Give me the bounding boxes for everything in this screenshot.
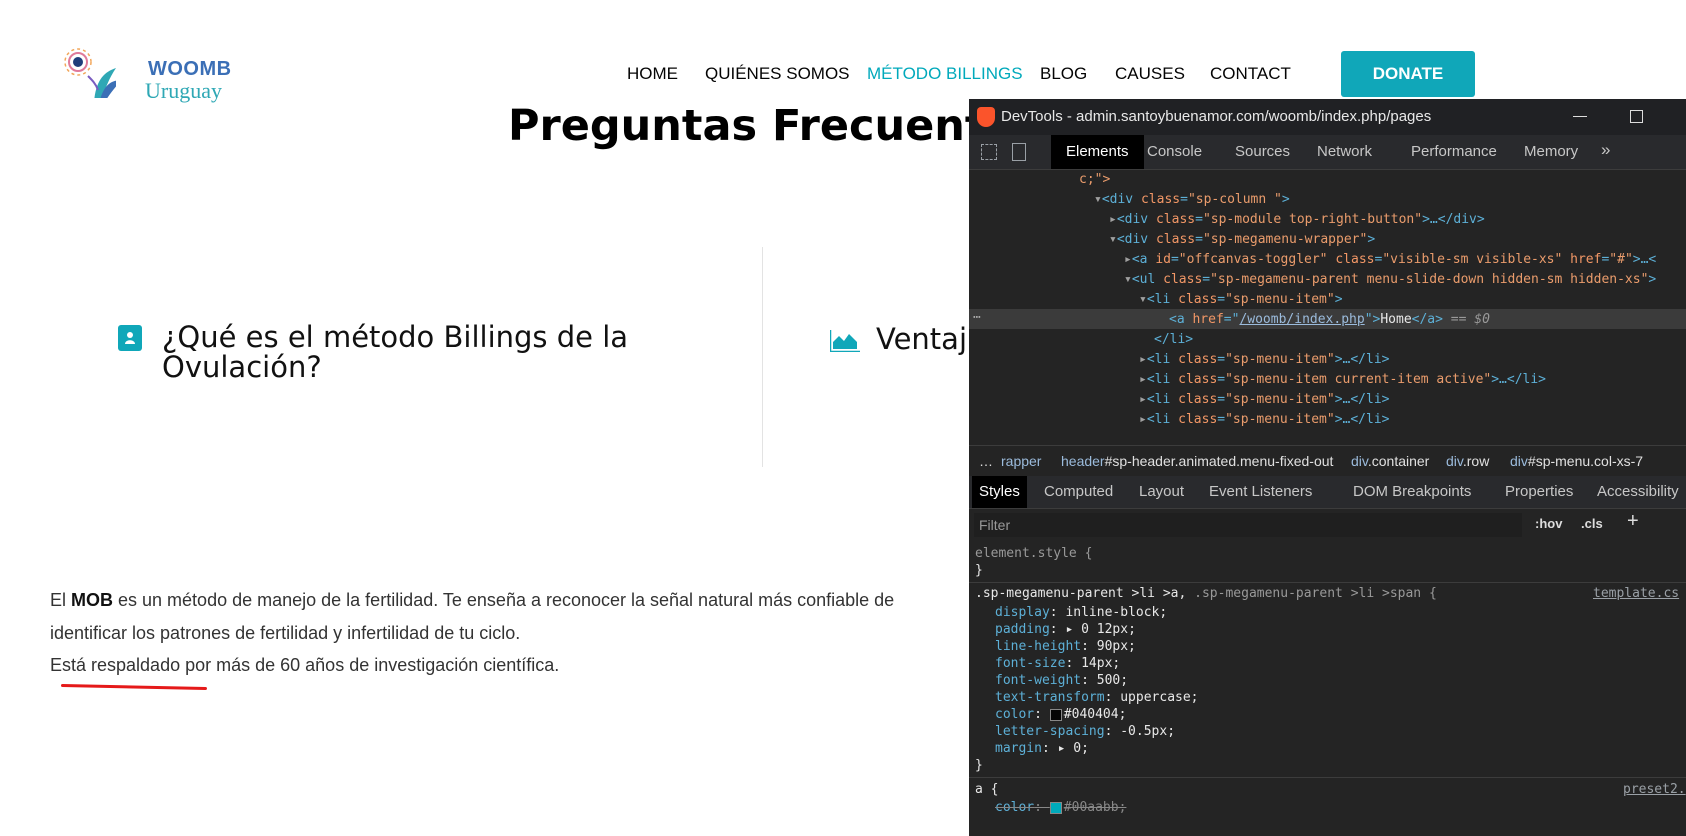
- faq-question-billings[interactable]: ¿Qué es el método Billings de la Ovulaci…: [162, 322, 682, 382]
- tab-performance[interactable]: Performance: [1411, 143, 1497, 160]
- color-swatch-icon[interactable]: [1049, 708, 1062, 721]
- paragraph-line-3: Está respaldado por más de 60 años de in…: [50, 655, 560, 675]
- dom-line[interactable]: ▸<div class="sp-module top-right-button"…: [1109, 210, 1485, 230]
- nav-blog[interactable]: BLOG: [1040, 64, 1087, 84]
- breadcrumb-item[interactable]: div#sp-menu.col-xs-7: [1510, 453, 1643, 469]
- css-declaration[interactable]: font-weight: 500;: [995, 672, 1128, 689]
- nav-quienes-somos[interactable]: QUIÉNES SOMOS: [705, 64, 850, 84]
- paragraph-line-1: El MOB es un método de manejo de la fert…: [50, 590, 895, 610]
- styles-pane-tabs: Styles Computed Layout Event Listeners D…: [969, 476, 1686, 509]
- faq-question-ventajas[interactable]: Ventaj: [876, 322, 967, 356]
- breadcrumb: … rapper header#sp-header.animated.menu-…: [969, 445, 1686, 477]
- dom-line[interactable]: ▾<ul class="sp-megamenu-parent menu-slid…: [1124, 270, 1656, 290]
- breadcrumb-item[interactable]: rapper: [1001, 453, 1041, 469]
- tab-memory[interactable]: Memory: [1524, 143, 1578, 160]
- rule-selector[interactable]: .sp-megamenu-parent >li >a, .sp-megamenu…: [975, 585, 1437, 602]
- dom-line[interactable]: ▾<div class="sp-column ">: [1094, 190, 1290, 210]
- css-declaration[interactable]: text-transform: uppercase;: [995, 689, 1199, 706]
- new-rule-icon[interactable]: +: [1627, 510, 1639, 533]
- breadcrumb-more[interactable]: …: [979, 453, 993, 469]
- tab-dom-breakpoints[interactable]: DOM Breakpoints: [1353, 483, 1471, 500]
- dom-line-selected[interactable]: <a href="/woomb/index.php">Home</a> == $…: [1169, 310, 1490, 330]
- styles-filter-input[interactable]: Filter: [974, 513, 1522, 537]
- color-swatch-icon[interactable]: [1049, 801, 1062, 814]
- rule-divider: [969, 777, 1686, 778]
- rule-divider: [969, 582, 1686, 583]
- red-annotation-strike: [60, 684, 207, 691]
- dom-line[interactable]: ▾<div class="sp-megamenu-wrapper">: [1109, 230, 1375, 250]
- nav-contact[interactable]: CONTACT: [1210, 64, 1291, 84]
- nav-causes[interactable]: CAUSES: [1115, 64, 1185, 84]
- devtools-titlebar: DevTools - admin.santoybuenamor.com/woom…: [969, 99, 1686, 135]
- device-toolbar-icon[interactable]: [1012, 143, 1026, 161]
- paragraph-line-2: identificar los patrones de fertilidad y…: [50, 623, 521, 643]
- dom-ellipsis-icon[interactable]: ⋯: [973, 308, 981, 328]
- nav-home[interactable]: HOME: [627, 64, 678, 84]
- rule-source-link[interactable]: preset2.: [1623, 781, 1686, 798]
- page-title: Preguntas Frecuentes: [508, 101, 1041, 151]
- css-declaration-overridden[interactable]: color: #00aabb;: [995, 799, 1126, 816]
- logo-text-uruguay: Uruguay: [145, 78, 222, 103]
- tab-elements[interactable]: Elements: [1051, 135, 1144, 169]
- minimize-icon[interactable]: [1573, 116, 1587, 117]
- breadcrumb-item[interactable]: header#sp-header.animated.menu-fixed-out: [1061, 453, 1333, 469]
- css-declaration[interactable]: line-height: 90px;: [995, 638, 1136, 655]
- tab-console[interactable]: Console: [1147, 143, 1202, 160]
- css-declaration[interactable]: padding: ▸ 0 12px;: [995, 621, 1136, 638]
- dom-tree: c;"> ▾<div class="sp-column "> ▸<div cla…: [969, 170, 1686, 445]
- rule-selector-a[interactable]: a {: [975, 781, 998, 798]
- devtools-main-tabs: Elements Console Sources Network Perform…: [969, 135, 1686, 170]
- dom-line[interactable]: ▾<li class="sp-menu-item">: [1139, 290, 1343, 310]
- tab-layout[interactable]: Layout: [1139, 483, 1184, 500]
- logo-flower-icon: [64, 48, 116, 98]
- more-tabs-icon[interactable]: »: [1601, 140, 1610, 160]
- dom-line[interactable]: ▸<a id="offcanvas-toggler" class="visibl…: [1124, 250, 1656, 270]
- css-declaration[interactable]: font-size: 14px;: [995, 655, 1120, 672]
- dom-line[interactable]: ▸<li class="sp-menu-item">…</li>: [1139, 390, 1389, 410]
- tab-sources[interactable]: Sources: [1235, 143, 1290, 160]
- breadcrumb-item[interactable]: div.row: [1446, 453, 1489, 469]
- hov-toggle[interactable]: :hov: [1535, 516, 1562, 531]
- dom-line[interactable]: ▸<li class="sp-menu-item">…</li>: [1139, 350, 1389, 370]
- tab-network[interactable]: Network: [1317, 143, 1372, 160]
- tab-styles[interactable]: Styles: [972, 476, 1027, 508]
- nav-metodo-billings[interactable]: MÉTODO BILLINGS: [867, 64, 1023, 84]
- rule-close: }: [975, 563, 983, 578]
- maximize-icon[interactable]: [1630, 110, 1643, 123]
- tab-accessibility[interactable]: Accessibility: [1597, 483, 1679, 500]
- breadcrumb-item[interactable]: div.container: [1351, 453, 1429, 469]
- css-declaration-letter-spacing[interactable]: letter-spacing: -0.5px;: [995, 723, 1175, 740]
- tab-computed[interactable]: Computed: [1044, 483, 1113, 500]
- dom-line[interactable]: ▸<li class="sp-menu-item">…</li>: [1139, 410, 1389, 430]
- faq-divider: [762, 247, 763, 467]
- css-declaration-color[interactable]: color: #040404;: [995, 706, 1126, 723]
- faq-question-line2: Ovulación?: [162, 350, 322, 384]
- css-declaration[interactable]: margin: ▸ 0;: [995, 740, 1089, 757]
- cls-toggle[interactable]: .cls: [1581, 516, 1603, 531]
- tab-event-listeners[interactable]: Event Listeners: [1209, 483, 1312, 500]
- devtools-window: DevTools - admin.santoybuenamor.com/woom…: [969, 99, 1686, 836]
- rule-close: }: [975, 758, 983, 773]
- area-chart-icon: [830, 330, 860, 352]
- css-declaration[interactable]: display: inline-block;: [995, 604, 1167, 621]
- faq-question-line1: ¿Qué es el método Billings de la: [162, 320, 629, 354]
- brave-browser-icon: [977, 107, 995, 127]
- dom-line[interactable]: c;">: [1079, 170, 1110, 190]
- rule-source-link[interactable]: template.cs: [1593, 585, 1679, 602]
- dom-line[interactable]: </li>: [1154, 330, 1193, 350]
- element-style-selector[interactable]: element.style {: [975, 545, 1092, 562]
- inspect-element-icon[interactable]: [981, 144, 997, 160]
- devtools-title: DevTools - admin.santoybuenamor.com/woom…: [1001, 108, 1432, 125]
- dom-line[interactable]: ▸<li class="sp-menu-item current-item ac…: [1139, 370, 1546, 390]
- donate-button[interactable]: DONATE: [1341, 51, 1475, 97]
- contact-book-icon: [118, 325, 142, 351]
- tab-properties[interactable]: Properties: [1505, 483, 1573, 500]
